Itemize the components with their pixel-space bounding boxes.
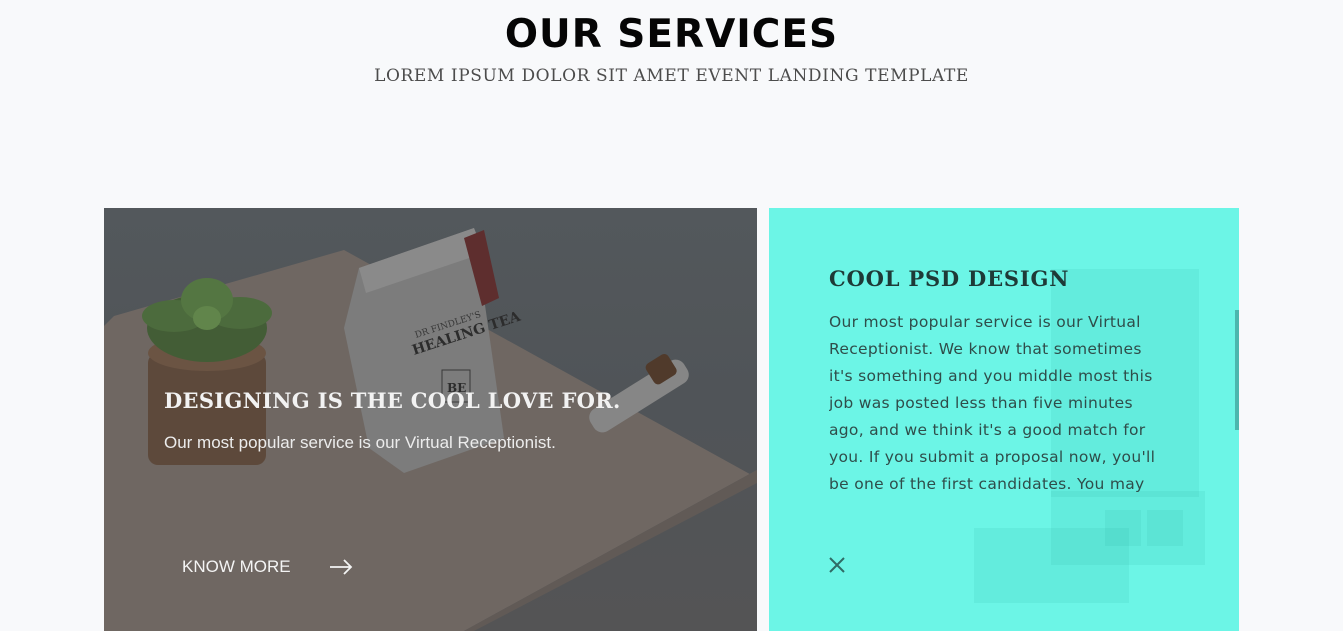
- card-teal-title: COOL PSD DESIGN: [829, 266, 1070, 291]
- arrow-right-icon: [329, 559, 353, 575]
- card-teal-text: Our most popular service is our Virtual …: [829, 313, 1156, 493]
- section-subtitle: LOREM IPSUM DOLOR SIT AMET EVENT LANDING…: [374, 66, 969, 86]
- know-more-button[interactable]: KNOW MORE: [182, 557, 353, 577]
- card-image-description: Our most popular service is our Virtual …: [164, 433, 556, 452]
- know-more-label: KNOW MORE: [182, 557, 291, 576]
- close-icon[interactable]: [827, 555, 847, 580]
- service-card-image: DR FINDLEY'S HEALING TEA BE DESIGNING IS…: [104, 208, 757, 631]
- card-image-title: DESIGNING IS THE COOL LOVE FOR.: [164, 388, 621, 413]
- background-shape: [1147, 510, 1183, 546]
- background-shape: [1105, 510, 1141, 546]
- scroll-indicator[interactable]: [1235, 310, 1239, 430]
- section-title: OUR SERVICES: [504, 12, 839, 57]
- service-card-teal: COOL PSD DESIGN Our most popular service…: [769, 208, 1239, 631]
